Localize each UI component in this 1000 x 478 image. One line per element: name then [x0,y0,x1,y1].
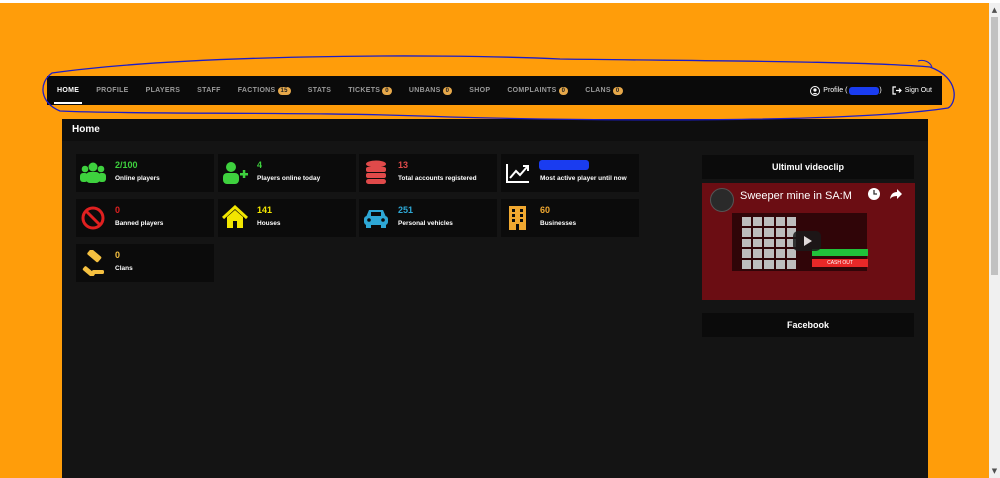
top-navbar: HOME PROFILE PLAYERS STAFF FACTIONS 15 ST… [47,76,942,105]
page-title: Home [62,119,928,141]
stat-value: 251 [398,205,414,215]
user-plus-icon [223,162,248,184]
clock-icon[interactable] [867,187,881,201]
channel-avatar[interactable] [710,188,734,212]
sign-out-icon [892,86,902,95]
unbans-badge: 0 [442,86,453,95]
stat-label: Online players [115,175,160,182]
stat-label: Most active player until now [540,175,627,182]
stat-card-businesses: 60 Businesses [501,199,639,237]
stat-value: 4 [257,160,263,170]
stat-card-players-today: 4 Players online today [218,154,356,192]
scroll-up-arrow[interactable]: ▲ [989,5,1000,15]
stat-card-vehicles: 251 Personal vehicles [359,199,497,237]
play-button[interactable] [793,231,821,251]
user-circle-icon [810,85,821,96]
stat-label: Personal vehicles [398,220,453,227]
redacted-player-name [539,160,589,170]
nav-factions[interactable]: FACTIONS 15 [238,76,291,105]
home-icon [222,205,248,228]
nav-complaints[interactable]: COMPLAINTS 0 [507,76,569,105]
stat-card-banned: 0 Banned players [76,199,214,237]
page-background: HOME PROFILE PLAYERS STAFF FACTIONS 15 ST… [0,3,989,478]
nav-home[interactable]: HOME [53,76,83,105]
nav-clans[interactable]: CLANS 0 [585,76,623,105]
stat-label: Total accounts registered [398,175,477,182]
signout-label: Sign Out [904,87,932,94]
stat-card-online-players: 2/100 Online players [76,154,214,192]
stat-value: 0 [115,205,121,215]
stat-label: Clans [115,265,133,272]
signout-link[interactable]: Sign Out [892,86,932,95]
stat-value: 0 [115,250,121,260]
stat-value: 13 [398,160,409,170]
video-mine-grid [742,217,796,269]
users-icon [80,162,106,183]
nav-staff[interactable]: STAFF [197,76,221,105]
stat-card-clans: 0 Clans [76,244,214,282]
building-icon [509,206,526,230]
video-cashout-button: CASH OUT [812,259,868,267]
stat-label: Houses [257,220,281,227]
ban-icon [81,206,105,230]
stat-label: Banned players [115,220,164,227]
stat-value: 141 [257,205,273,215]
nav-shop[interactable]: SHOP [469,76,490,105]
stat-value: 2/100 [115,160,138,170]
trend-chart-icon [506,164,529,183]
stat-value: 60 [540,205,551,215]
nav-unbans[interactable]: UNBANS 0 [409,76,453,105]
database-icon [366,160,386,184]
nav-user-area: Profile ( ) Sign Out [800,85,932,96]
video-title[interactable]: Sweeper mine in SA:M [740,190,852,202]
profile-suffix: ) [879,87,882,94]
gavel-icon [82,250,104,276]
vertical-scrollbar[interactable]: ▲ ▼ [989,3,1000,478]
complaints-badge: 0 [558,86,569,95]
stat-card-total-accounts: 13 Total accounts registered [359,154,497,192]
facebook-panel-header: Facebook [702,313,914,337]
video-green-bar [812,249,868,256]
stat-card-most-active: Most active player until now [501,154,639,192]
stat-card-houses: 141 Houses [218,199,356,237]
scroll-down-arrow[interactable]: ▼ [989,466,1000,476]
share-icon[interactable] [889,187,903,201]
factions-badge: 15 [277,86,291,95]
nav-players[interactable]: PLAYERS [146,76,181,105]
stat-label: Players online today [257,175,321,182]
profile-label: Profile ( [823,87,848,94]
nav-profile[interactable]: PROFILE [96,76,128,105]
nav-tickets[interactable]: TICKETS 0 [348,76,392,105]
scrollbar-thumb[interactable] [991,17,998,275]
redacted-username [849,86,880,95]
tickets-badge: 0 [382,86,392,95]
clans-badge: 0 [612,86,623,95]
video-panel-header: Ultimul videoclip [702,155,914,179]
nav-stats[interactable]: STATS [308,76,331,105]
video-embed[interactable]: CASH OUT Sweeper mine in SA:M [702,183,915,300]
car-icon [364,210,388,228]
stat-label: Businesses [540,220,577,227]
profile-link[interactable]: Profile ( ) [810,85,882,96]
